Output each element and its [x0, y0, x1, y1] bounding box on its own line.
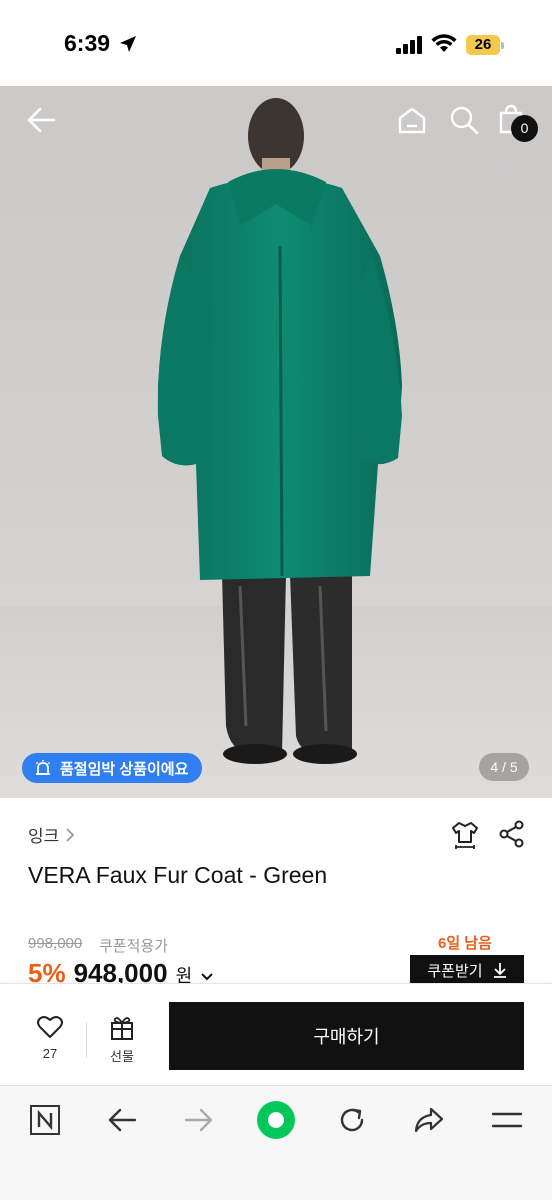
search-icon[interactable]: [449, 105, 479, 135]
back-arrow-icon[interactable]: [26, 106, 56, 134]
discount-rate: 5%: [28, 958, 66, 984]
heart-icon: [37, 1016, 63, 1038]
status-bar: 6:39 26: [0, 0, 552, 86]
soldout-label: 품절임박 상품이에요: [60, 760, 189, 778]
divider: [86, 1022, 87, 1058]
currency-label: 원: [175, 966, 193, 984]
wifi-icon: [431, 34, 457, 52]
brand-name: 잉크: [28, 827, 60, 846]
coupon-price-note: 쿠폰적용가: [99, 938, 169, 955]
days-left: 6일 남음: [438, 935, 492, 952]
share-icon[interactable]: [498, 820, 526, 848]
get-coupon-label: 쿠폰받기: [427, 962, 483, 980]
forward-icon[interactable]: [179, 1100, 219, 1140]
share-arrow-icon[interactable]: [409, 1100, 449, 1140]
original-price: 998,000: [28, 935, 83, 952]
gift-label: 선물: [110, 1049, 134, 1064]
refresh-icon[interactable]: [332, 1100, 372, 1140]
battery-level: 26: [474, 36, 492, 53]
soldout-warning-badge: 품절임박 상품이에요: [22, 753, 203, 783]
chevron-down-icon: [201, 973, 213, 981]
like-count: 27: [42, 1046, 58, 1061]
green-circle-icon[interactable]: [256, 1100, 296, 1140]
download-icon: [493, 963, 506, 978]
chevron-right-icon: [66, 827, 75, 842]
like-button[interactable]: [30, 1015, 70, 1044]
sale-price: 948,000: [73, 958, 168, 984]
back-icon[interactable]: [102, 1100, 142, 1140]
home-icon[interactable]: [397, 106, 427, 134]
brand-link[interactable]: 잉크: [28, 822, 75, 847]
coat-photo: [0, 98, 552, 798]
price-row[interactable]: 5% 948,000 원: [28, 958, 214, 984]
location-arrow-icon: [120, 36, 136, 52]
buy-button[interactable]: 구매하기: [169, 1002, 524, 1070]
product-actions: [450, 820, 526, 850]
battery-indicator: 26: [466, 35, 504, 55]
cart-count-badge: 0: [511, 115, 538, 142]
gift-button[interactable]: [102, 1015, 142, 1046]
product-image[interactable]: [0, 86, 552, 798]
cellular-signal-icon: [396, 36, 422, 54]
product-name: VERA Faux Fur Coat - Green: [28, 862, 328, 888]
image-page-indicator: 4 / 5: [479, 753, 529, 781]
size-guide-icon[interactable]: [450, 820, 480, 850]
gift-icon: [111, 1017, 133, 1040]
status-time: 6:39: [64, 30, 111, 56]
naver-n-icon[interactable]: [25, 1100, 65, 1140]
get-coupon-button[interactable]: 쿠폰받기: [410, 955, 524, 985]
menu-icon[interactable]: [487, 1100, 527, 1140]
alarm-icon: [35, 760, 51, 775]
